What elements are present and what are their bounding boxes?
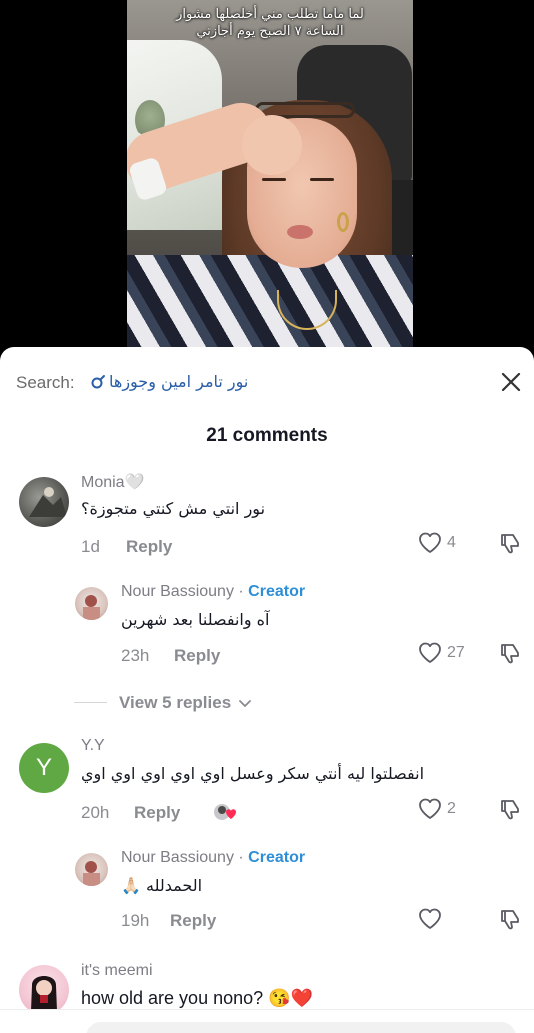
view-replies-label: View 5 replies — [119, 693, 252, 713]
reply-item: Nour Bassiouny · Creator الحمدلله 🙏🏻 19h… — [0, 845, 534, 940]
heart-outline-icon[interactable] — [417, 797, 443, 821]
comments-count-title: 21 comments — [206, 425, 328, 446]
thumbs-down-icon[interactable] — [498, 907, 522, 931]
avatar[interactable]: Y — [19, 743, 69, 793]
person-hand — [242, 115, 302, 175]
person-shirt — [127, 255, 413, 350]
comment-username[interactable]: Y.Y — [81, 737, 105, 755]
reply-button[interactable]: Reply — [170, 911, 216, 931]
comment-text: نور انتي مش كنتي متجوزة؟ — [81, 499, 266, 518]
comment-username[interactable]: Monia🤍 — [81, 472, 145, 492]
search-icon — [89, 371, 109, 391]
avatar-letter: Y — [35, 754, 52, 781]
thumbs-down-icon[interactable] — [498, 797, 522, 821]
comment-time: 19h — [121, 911, 150, 930]
creator-name: Nour Bassiouny — [121, 583, 234, 600]
comment-item: Y Y.Y انفصلتوا ليه أنتي سكر وعسل اوي اوي… — [0, 735, 534, 835]
caption-line-2: الساعة ٧ الصبح يوم أجازتي — [196, 24, 344, 39]
close-icon[interactable] — [498, 369, 524, 395]
creator-badge: Creator — [248, 849, 306, 866]
earring — [337, 212, 349, 232]
comment-username[interactable]: Nour Bassiouny · Creator — [121, 583, 305, 601]
like-count: 27 — [447, 644, 465, 661]
divider-line — [74, 702, 107, 703]
reply-item: Nour Bassiouny · Creator آه وانفصلنا بعد… — [0, 579, 534, 674]
separator: · — [233, 583, 249, 600]
search-suggestion[interactable]: Search: نور تامر امين وجوزها — [16, 369, 526, 397]
right-eye — [310, 178, 334, 181]
heart-outline-icon[interactable] — [417, 531, 443, 555]
creator-name: Nour Bassiouny — [121, 849, 234, 866]
comment-item: it's meemi how old are you nono? 😘❤️ — [0, 957, 534, 1017]
comment-input-bar — [0, 1009, 534, 1033]
thumbs-down-icon[interactable] — [498, 641, 522, 665]
like-count: 2 — [447, 800, 456, 817]
heart-outline-icon[interactable] — [417, 641, 443, 665]
reply-button[interactable]: Reply — [134, 803, 180, 823]
comment-item: Monia🤍 نور انتي مش كنتي متجوزة؟ 1d Reply… — [0, 469, 534, 564]
avatar[interactable] — [19, 477, 69, 527]
avatar[interactable] — [75, 853, 108, 886]
reply-button[interactable]: Reply — [126, 537, 172, 557]
comment-text: how old are you nono? 😘❤️ — [81, 988, 313, 1008]
chevron-down-icon — [238, 699, 251, 707]
video-player[interactable]: لما ماما تطلب مني أخلصلها مشوار الساعة ٧… — [0, 0, 534, 350]
video-frame — [127, 0, 413, 350]
comment-text: الحمدلله 🙏🏻 — [121, 876, 203, 895]
mouth — [287, 225, 313, 239]
thumbs-down-icon[interactable] — [498, 531, 522, 555]
avatar[interactable] — [75, 587, 108, 620]
comment-text: انفصلتوا ليه أنتي سكر وعسل اوي اوي اوي ا… — [81, 764, 425, 783]
reply-button[interactable]: Reply — [174, 646, 220, 666]
add-comment-input[interactable] — [86, 1022, 516, 1033]
comment-time: 20h — [81, 803, 110, 822]
creator-liked-icon — [212, 801, 238, 823]
search-term-link[interactable]: نور تامر امين وجوزها — [109, 372, 248, 391]
heart-outline-icon[interactable] — [417, 907, 443, 931]
separator: · — [233, 849, 249, 866]
like-count: 4 — [447, 534, 456, 551]
comment-time: 1d — [81, 537, 100, 556]
search-label: Search: — [16, 373, 75, 392]
video-caption: لما ماما تطلب مني أخلصلها مشوار الساعة ٧… — [130, 6, 410, 40]
comment-username[interactable]: Nour Bassiouny · Creator — [121, 849, 305, 867]
creator-badge: Creator — [248, 583, 306, 600]
left-eye — [262, 178, 286, 181]
comment-time: 23h — [121, 646, 150, 665]
comment-username[interactable]: it's meemi — [81, 962, 153, 980]
avatar[interactable] — [19, 965, 69, 1015]
comment-text: آه وانفصلنا بعد شهرين — [121, 610, 270, 629]
caption-line-1: لما ماما تطلب مني أخلصلها مشوار — [176, 7, 364, 22]
comments-sheet: Search: نور تامر امين وجوزها 21 comments… — [0, 347, 534, 1033]
